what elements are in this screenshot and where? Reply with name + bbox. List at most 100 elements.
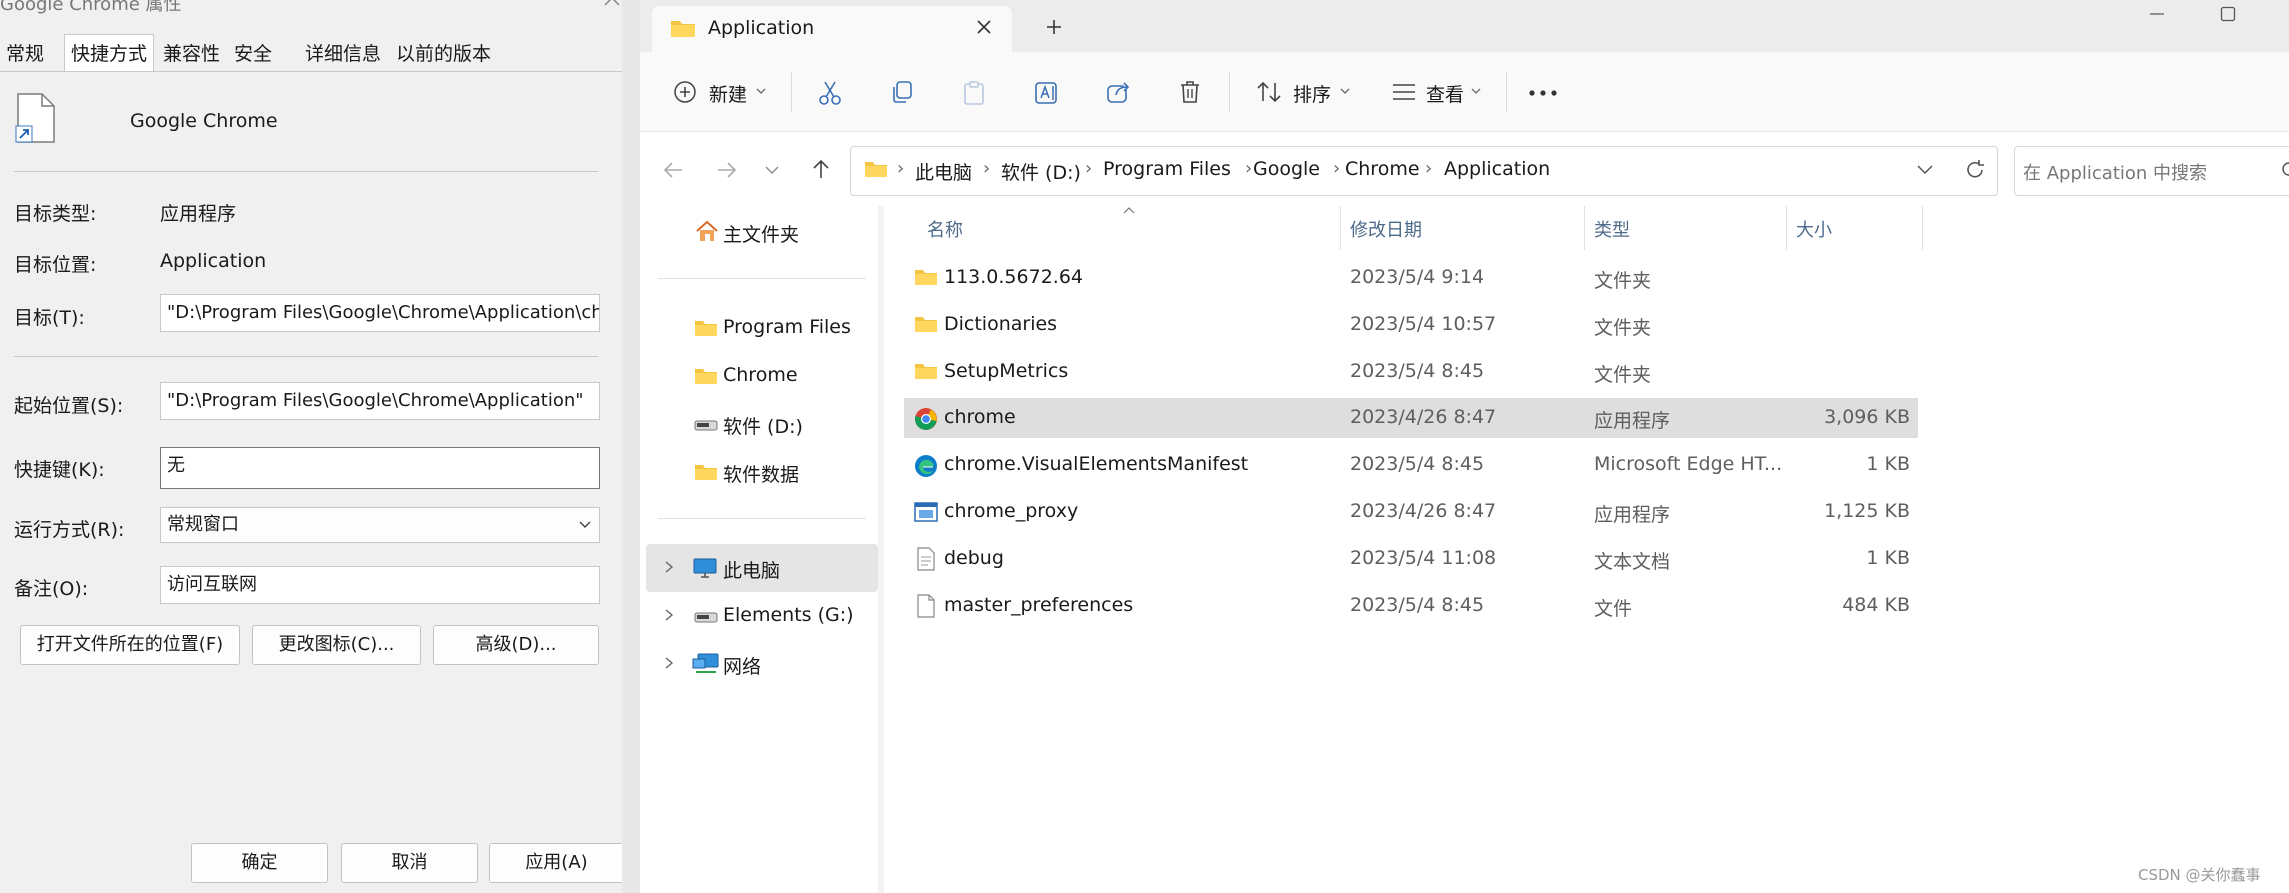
run-select-value: 常规窗口 bbox=[167, 514, 239, 535]
advanced-button[interactable]: 高级(D)... bbox=[433, 625, 599, 665]
column-header-date[interactable]: 修改日期 bbox=[1350, 216, 1422, 242]
this-pc-icon bbox=[692, 557, 718, 579]
sort-button[interactable]: 排序 bbox=[1293, 80, 1331, 107]
start-in-field[interactable]: "D:\Program Files\Google\Chrome\Applicat… bbox=[160, 382, 600, 420]
breadcrumb-program-files[interactable]: Program Files bbox=[1103, 158, 1231, 180]
recent-chevron-icon[interactable] bbox=[764, 164, 780, 176]
dialog-edge bbox=[622, 0, 640, 893]
table-row[interactable]: debug 2023/5/4 11:08 文本文档 1 KB bbox=[904, 539, 1918, 579]
paste-icon[interactable] bbox=[962, 80, 986, 106]
file-date: 2023/5/4 9:14 bbox=[1350, 266, 1485, 288]
table-row[interactable]: chrome 2023/4/26 8:47 应用程序 3,096 KB bbox=[904, 398, 1918, 438]
run-select[interactable]: 常规窗口 bbox=[160, 507, 600, 543]
delete-icon[interactable] bbox=[1178, 79, 1202, 105]
breadcrumb-chrome[interactable]: Chrome bbox=[1345, 158, 1420, 180]
refresh-icon[interactable] bbox=[1964, 159, 1986, 181]
start-in-label: 起始位置(S): bbox=[14, 395, 124, 417]
properties-dialog: Google Chrome 属性 常规 快捷方式 兼容性 安全 详细信息 以前的… bbox=[0, 0, 640, 893]
column-header-type[interactable]: 类型 bbox=[1594, 216, 1630, 242]
chevron-down-icon bbox=[1470, 86, 1482, 96]
address-history-chevron-icon[interactable] bbox=[1916, 164, 1934, 176]
expand-chevron-icon[interactable] bbox=[664, 656, 674, 670]
view-icon bbox=[1391, 82, 1417, 102]
file-size: 1,125 KB bbox=[1824, 500, 1910, 522]
folder-icon bbox=[914, 315, 938, 333]
shortcut-key-field[interactable]: 无 bbox=[160, 447, 600, 489]
maximize-icon[interactable] bbox=[2220, 6, 2236, 22]
open-file-location-button[interactable]: 打开文件所在的位置(F) bbox=[20, 625, 240, 665]
comment-field[interactable]: 访问互联网 bbox=[160, 566, 600, 604]
tab-general[interactable]: 常规 bbox=[0, 38, 50, 70]
share-icon[interactable] bbox=[1106, 80, 1132, 104]
text-file-icon bbox=[916, 547, 936, 571]
copy-icon[interactable] bbox=[890, 80, 914, 104]
tab-security[interactable]: 安全 bbox=[228, 38, 278, 70]
nav-pinned-drive-d[interactable]: 软件 (D:) bbox=[723, 412, 803, 439]
table-row[interactable]: chrome.VisualElementsManifest 2023/5/4 8… bbox=[904, 445, 1918, 485]
rename-icon[interactable] bbox=[1034, 80, 1060, 106]
cancel-button[interactable]: 取消 bbox=[341, 843, 478, 883]
file-name: debug bbox=[944, 547, 1004, 569]
sort-icon bbox=[1256, 80, 1282, 104]
file-type: 文件夹 bbox=[1594, 317, 1652, 339]
breadcrumb-google[interactable]: Google bbox=[1253, 158, 1320, 180]
minimize-icon[interactable] bbox=[2148, 12, 2166, 16]
nav-elements-drive[interactable]: Elements (G:) bbox=[723, 604, 854, 626]
breadcrumb-drive-d[interactable]: 软件 (D:) bbox=[1001, 158, 1081, 185]
apply-button[interactable]: 应用(A) bbox=[489, 843, 624, 883]
explorer-tab[interactable] bbox=[652, 6, 1012, 54]
cut-icon[interactable] bbox=[818, 80, 842, 106]
file-type: 文件 bbox=[1594, 598, 1633, 620]
chevron-down-icon bbox=[1339, 86, 1351, 96]
close-icon[interactable] bbox=[602, 0, 622, 8]
table-row[interactable]: 113.0.5672.64 2023/5/4 9:14 文件夹 bbox=[904, 258, 1918, 298]
close-tab-icon[interactable] bbox=[975, 18, 993, 36]
breadcrumb-this-pc[interactable]: 此电脑 bbox=[915, 158, 972, 185]
folder-icon bbox=[914, 268, 938, 286]
edge-icon bbox=[914, 454, 938, 478]
expand-chevron-icon[interactable] bbox=[664, 608, 674, 622]
file-date: 2023/5/4 8:45 bbox=[1350, 360, 1485, 382]
tab-details[interactable]: 详细信息 bbox=[299, 38, 387, 70]
new-button[interactable]: 新建 bbox=[709, 80, 747, 107]
table-row[interactable]: Dictionaries 2023/5/4 10:57 文件夹 bbox=[904, 305, 1918, 345]
nav-pinned-program-files[interactable]: Program Files bbox=[723, 316, 851, 338]
ok-button[interactable]: 确定 bbox=[191, 843, 328, 883]
column-header-name[interactable]: 名称 bbox=[927, 216, 963, 242]
network-icon bbox=[692, 652, 720, 676]
up-icon[interactable] bbox=[810, 158, 832, 180]
nav-network[interactable]: 网络 bbox=[723, 652, 761, 679]
tab-compatibility[interactable]: 兼容性 bbox=[157, 38, 226, 70]
file-name: chrome bbox=[944, 406, 1016, 428]
file-name: Dictionaries bbox=[944, 313, 1058, 335]
home-icon bbox=[694, 219, 720, 243]
target-field[interactable]: "D:\Program Files\Google\Chrome\Applicat… bbox=[160, 294, 600, 332]
forward-icon[interactable] bbox=[716, 160, 738, 180]
search-box[interactable]: 在 Application 中搜索 bbox=[2014, 146, 2289, 196]
nav-pinned-chrome[interactable]: Chrome bbox=[723, 364, 798, 386]
tab-shortcut[interactable]: 快捷方式 bbox=[64, 34, 155, 72]
view-button[interactable]: 查看 bbox=[1426, 80, 1464, 107]
nav-this-pc[interactable]: 此电脑 bbox=[723, 556, 780, 583]
table-row[interactable]: chrome_proxy 2023/4/26 8:47 应用程序 1,125 K… bbox=[904, 492, 1918, 532]
file-type: 应用程序 bbox=[1594, 410, 1671, 432]
target-type-value: 应用程序 bbox=[160, 203, 237, 225]
more-options-icon[interactable] bbox=[1528, 89, 1558, 97]
chevron-down-icon bbox=[755, 86, 767, 96]
table-row[interactable]: SetupMetrics 2023/5/4 8:45 文件夹 bbox=[904, 352, 1918, 392]
change-icon-button[interactable]: 更改图标(C)... bbox=[252, 625, 421, 665]
column-header-size[interactable]: 大小 bbox=[1796, 216, 1832, 242]
breadcrumb-application[interactable]: Application bbox=[1444, 158, 1550, 180]
file-date: 2023/5/4 8:45 bbox=[1350, 594, 1485, 616]
table-row[interactable]: master_preferences 2023/5/4 8:45 文件 484 … bbox=[904, 586, 1918, 626]
new-tab-icon[interactable] bbox=[1045, 18, 1063, 36]
pane-splitter[interactable] bbox=[878, 206, 884, 893]
back-icon[interactable] bbox=[662, 160, 684, 180]
tab-previous-versions[interactable]: 以前的版本 bbox=[390, 38, 497, 70]
nav-home[interactable]: 主文件夹 bbox=[723, 220, 799, 247]
nav-pinned-software-data[interactable]: 软件数据 bbox=[723, 460, 799, 487]
expand-chevron-icon[interactable] bbox=[664, 560, 674, 574]
target-type-label: 目标类型: bbox=[14, 203, 97, 225]
folder-icon bbox=[694, 367, 718, 385]
file-type: 应用程序 bbox=[1594, 504, 1671, 526]
